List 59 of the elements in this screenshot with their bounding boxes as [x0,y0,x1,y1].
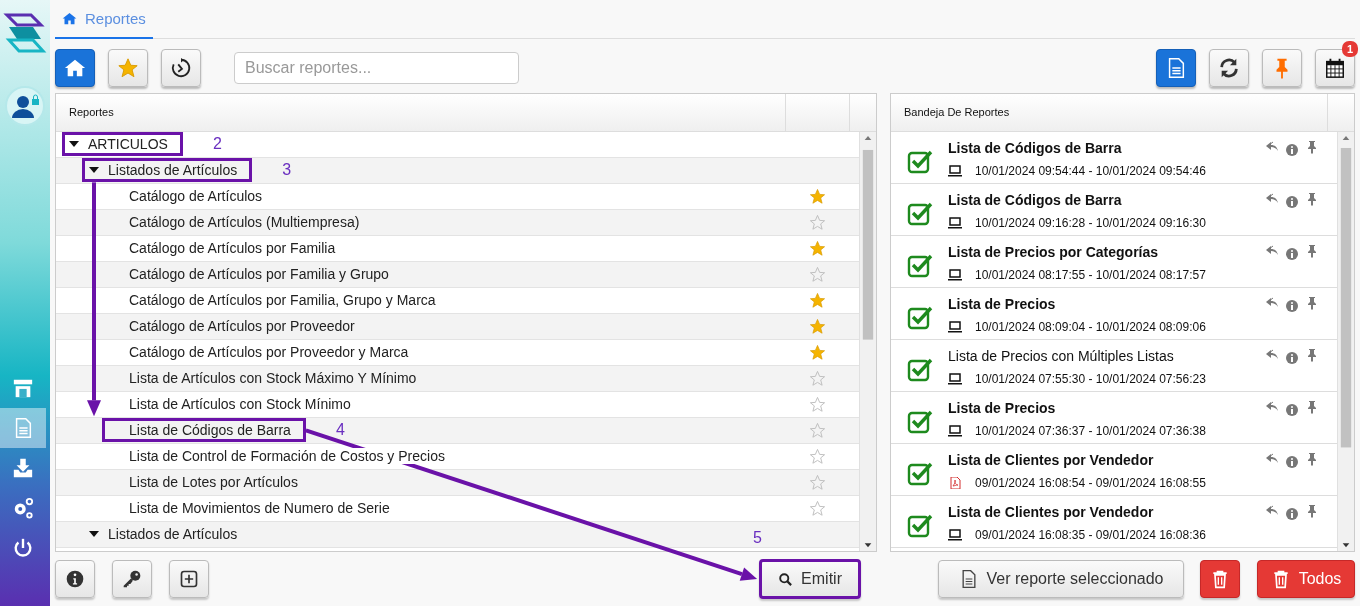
report-time: 09/01/2024 16:08:54 - 09/01/2024 16:08:55 [975,475,1206,490]
tree-row[interactable]: Lista de Movimientos de Numero de Serie [56,495,859,522]
report-title: Lista de Precios [948,295,1057,312]
report-tray-item[interactable]: Lista de Códigos de Barra 10/01/2024 09:16:28 - 10/01/2024 09:16:30 [891,183,1337,236]
view-report-button[interactable]: Ver reporte seleccionado [938,560,1184,599]
emit-button[interactable]: Emitir [759,559,861,600]
tree-item-label: Lista de Control de Formación de Costos y Precios [129,448,445,465]
report-title: Lista de Precios con Múltiples Listas [948,347,1175,364]
report-tray-item[interactable]: Lista de Precios por Categorías 10/01/2024 08:17:55 - 10/01/2024 08:17:57 [891,235,1337,288]
callout-number: 5 [753,529,762,548]
tree-row[interactable]: Catálogo de Artículos por Proveedor [56,313,859,340]
report-title: Lista de Códigos de Barra [948,139,1123,156]
tree-row[interactable]: Lista de Lotes por Artículos [56,469,859,496]
tree-item-label: Catálogo de Artículos por Familia [129,240,336,257]
notification-badge: 1 [1342,40,1358,57]
tree-row[interactable]: Catálogo de Artículos por Familia y Grupo [56,261,859,288]
delete-all-button[interactable]: Todos [1257,560,1355,599]
report-title: Lista de Códigos de Barra [948,191,1123,208]
report-tray-item[interactable]: Lista de Precios 10/01/2024 07:36:37 - 10/01/2024 07:36:38 [891,391,1337,444]
column-header: Reportes [68,105,115,121]
tree-item-label: Catálogo de Artículos [129,188,263,205]
tree-item-label: Catálogo de Artículos (Multiempresa) [129,214,360,231]
tree-row[interactable]: Catálogo de Artículos por Proveedor y Marca [56,339,859,366]
tree-row[interactable]: Catálogo de Artículos por Familia, Grupo y Marca [56,287,859,314]
callout-number: 4 [335,421,345,440]
report-time: 10/01/2024 08:17:55 - 10/01/2024 08:17:57 [975,267,1206,282]
report-title: Lista de Clientes por Vendedor [948,451,1155,468]
search-field[interactable]: Buscar reportes... [234,51,519,84]
report-time: 10/01/2024 07:55:30 - 10/01/2024 07:56:23 [975,371,1206,386]
tree-item-label: Lista de Lotes por Artículos [129,474,298,491]
report-tray-item[interactable]: Lista de Códigos de Barra 10/01/2024 09:54:44 - 10/01/2024 09:54:46 [891,131,1337,184]
report-time: 09/01/2024 16:08:35 - 09/01/2024 16:08:36 [975,527,1206,542]
tree-item-label: Catálogo de Artículos por Familia y Grupo [129,266,389,283]
report-tray-item[interactable]: Lista de Clientes por Vendedor 09/01/2024 16:08:54 - 09/01/2024 16:08:55 [891,443,1337,496]
report-time: 10/01/2024 09:54:44 - 10/01/2024 09:54:46 [975,163,1206,178]
report-title: Lista de Precios [948,399,1057,416]
tree-row[interactable]: Lista de Control de Formación de Costos y Precios [56,443,859,470]
report-title: Lista de Clientes por Vendedor [948,503,1155,520]
callout-number: 3 [282,161,292,180]
report-time: 10/01/2024 09:16:28 - 10/01/2024 09:16:30 [975,215,1206,230]
tree-row[interactable]: Catálogo de Artículos (Multiempresa) [56,209,859,236]
report-tray-item[interactable]: Lista de Precios con Múltiples Listas 10/01/2024 07:55:30 - 10/01/2024 07:56:23 [891,339,1337,392]
tree-row[interactable]: Lista de Artículos con Stock Máximo Y Mínimo [56,365,859,392]
report-tray-item[interactable]: Lista de Precios 10/01/2024 08:09:04 - 10/01/2024 08:09:06 [891,287,1337,340]
report-title: Lista de Precios por Categorías [948,243,1160,260]
report-tray-item[interactable]: Lista de Clientes por Vendedor 09/01/2024 16:08:35 - 09/01/2024 16:08:36 [891,495,1337,548]
tree-item-label: Catálogo de Artículos por Familia, Grupo y Marca [129,292,436,309]
tree-group-row[interactable]: Listados de Artículos 3 [56,157,859,184]
tree-row[interactable]: Lista de Artículos con Stock Mínimo [56,391,859,418]
report-time: 10/01/2024 07:36:37 - 10/01/2024 07:36:38 [975,423,1206,438]
tree-item-label: Catálogo de Artículos por Proveedor y Marca [129,344,409,361]
tree-row[interactable]: Lista de Códigos de Barra 4 [56,417,859,444]
tree-row[interactable]: Catálogo de Artículos [56,183,859,210]
tree-row[interactable]: Catálogo de Artículos por Familia [56,235,859,262]
tree-item-label: Lista de Códigos de Barra [129,422,291,439]
panel-title: Bandeja De Reportes [903,105,1011,121]
callout-number: 2 [212,135,222,154]
report-time: 10/01/2024 08:09:04 - 10/01/2024 08:09:06 [975,319,1206,334]
tree-item-label: Catálogo de Artículos por Proveedor [129,318,355,335]
